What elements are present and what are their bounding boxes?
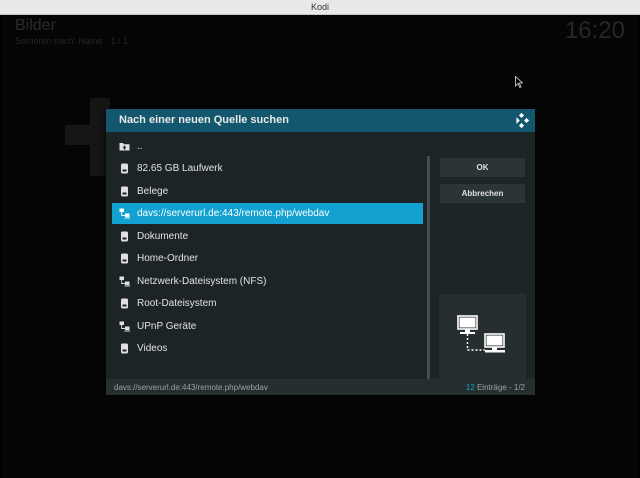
list-item-webdav[interactable]: davs://serverurl.de:443/remote.php/webda… (112, 203, 423, 224)
window-titlebar: Kodi (0, 0, 640, 15)
cancel-button[interactable]: Abbrechen (440, 184, 525, 203)
list-item-videos[interactable]: Videos (112, 338, 423, 359)
drive-icon (121, 253, 128, 264)
section-subtitle: Sortieren nach: Name · 1 / 1 (15, 36, 129, 46)
list-item-label: Home-Ordner (137, 253, 199, 264)
item-count-suffix: Einträge - 1/2 (474, 383, 525, 392)
dialog-header: Nach einer neuen Quelle suchen (106, 109, 535, 132)
list-item-label: UPnP Geräte (137, 320, 197, 332)
drive-icon (121, 186, 128, 196)
ok-button[interactable]: OK (440, 158, 525, 177)
list-scrollbar[interactable] (427, 156, 430, 381)
list-item-nfs[interactable]: Netzwerk-Dateisystem (NFS) (112, 271, 423, 292)
list-item-belege[interactable]: Belege (112, 181, 423, 202)
network-icon (119, 276, 130, 286)
item-count-number: 12 (465, 383, 475, 392)
list-item-upnp[interactable]: UPnP Geräte (112, 316, 423, 337)
list-item-label: davs://serverurl.de:443/remote.php/webda… (137, 208, 330, 219)
folder-up-icon (119, 143, 130, 151)
list-item-label: .. (137, 141, 143, 152)
list-item-parent[interactable]: .. (112, 136, 423, 157)
drive-icon (121, 298, 128, 309)
list-item-label: 82.65 GB Laufwerk (137, 163, 223, 174)
source-preview (439, 294, 526, 379)
item-count: 12 Einträge - 1/2 (466, 383, 525, 392)
network-computers-icon (457, 315, 505, 353)
drive-icon (121, 231, 128, 241)
list-item-label: Root-Dateisystem (137, 298, 217, 309)
background-header: Bilder Sortieren nach: Name · 1 / 1 (15, 17, 128, 47)
drive-icon (121, 343, 128, 354)
list-item-drive-82gb[interactable]: 82.65 GB Laufwerk (112, 158, 423, 179)
dialog-footer: davs://serverurl.de:443/remote.php/webda… (106, 379, 535, 395)
kodi-app: Bilder Sortieren nach: Name · 1 / 1 16:2… (1, 15, 639, 478)
kodi-logo-icon (516, 112, 530, 129)
dialog-title: Nach einer neuen Quelle suchen (119, 114, 289, 126)
network-icon (119, 321, 130, 331)
list-item-dokumente[interactable]: Dokumente (112, 226, 423, 247)
network-icon (119, 208, 130, 219)
mouse-cursor-icon (515, 76, 523, 88)
current-path: davs://serverurl.de:443/remote.php/webda… (114, 383, 268, 392)
list-item-label: Dokumente (137, 230, 189, 242)
list-item-label: Belege (137, 185, 169, 197)
list-item-root[interactable]: Root-Dateisystem (112, 293, 423, 314)
section-title: Bilder (15, 17, 56, 34)
source-list: .. 82.65 GB Laufwerk Belege davs://serve… (112, 136, 424, 379)
list-item-home-ordner[interactable]: Home-Ordner (112, 248, 423, 269)
drive-icon (121, 163, 128, 174)
browse-source-dialog: Nach einer neuen Quelle suchen .. 82.65 … (106, 109, 535, 395)
window-title: Kodi (310, 2, 329, 12)
list-item-label: Videos (137, 343, 168, 354)
clock: 16:20 (564, 17, 625, 44)
list-item-label: Netzwerk-Dateisystem (NFS) (137, 275, 267, 287)
